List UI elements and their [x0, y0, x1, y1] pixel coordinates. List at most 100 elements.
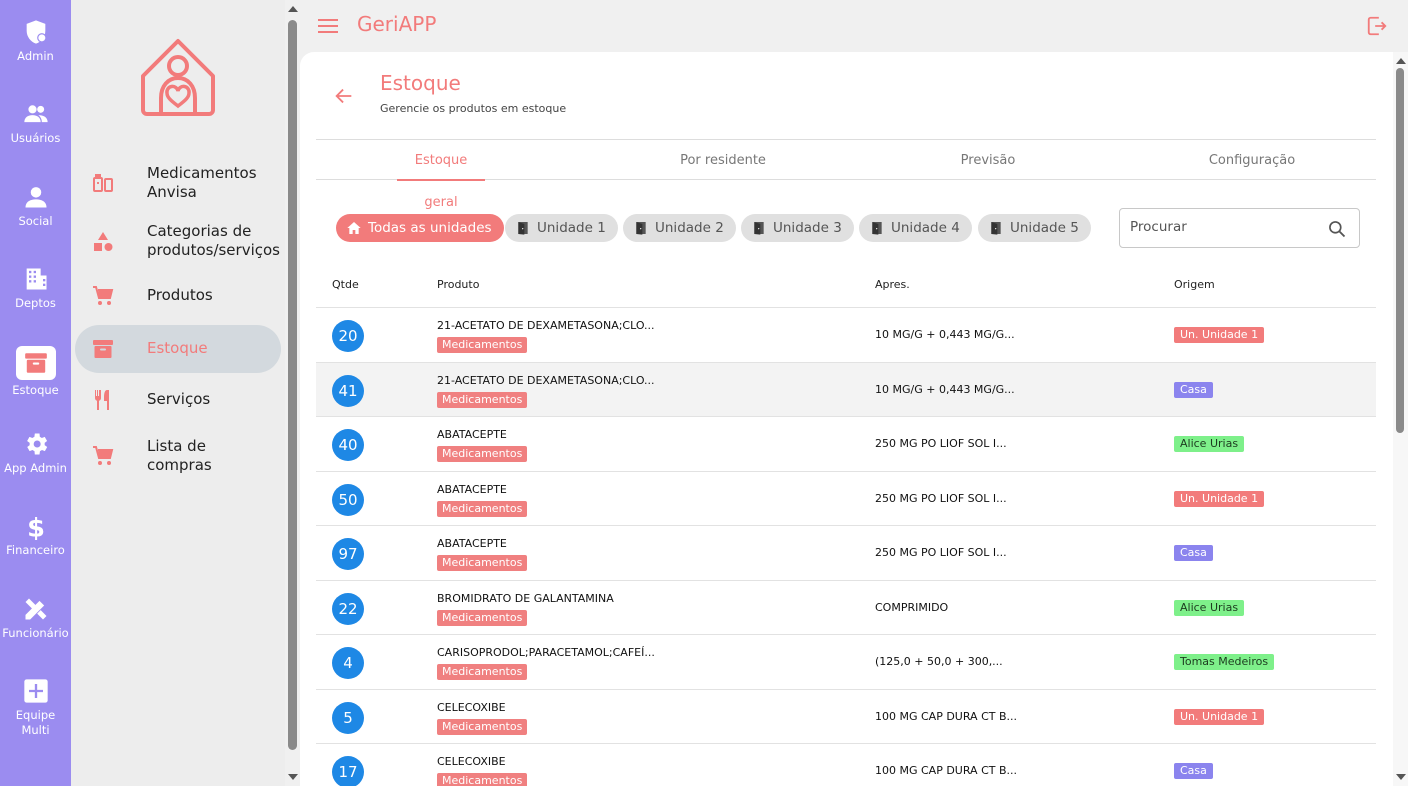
column-header-apres[interactable]: Apres.	[875, 278, 910, 291]
presentation: 10 MG/G + 0,443 MG/G...	[875, 328, 1015, 341]
table-row[interactable]: 17 CELECOXIBE Medicamentos 100 MG CAP DU…	[316, 744, 1376, 786]
admin-shield-icon	[26, 20, 46, 44]
quantity-badge: 40	[332, 429, 364, 461]
hamburger-menu-icon[interactable]	[318, 16, 340, 36]
table-row[interactable]: 41 21-ACETATO DE DEXAMETASONA;CLO... Med…	[316, 362, 1376, 417]
category-tag: Medicamentos	[437, 555, 528, 571]
chip-label: Unidade 3	[773, 220, 842, 236]
origin-badge: Un. Unidade 1	[1174, 490, 1265, 507]
menu-item-produtos[interactable]: Produtos	[75, 272, 281, 320]
chip-unidade-4[interactable]: Unidade 4	[859, 214, 972, 242]
rail-item-app-admin[interactable]: App Admin	[0, 430, 71, 476]
product-name: 21-ACETATO DE DEXAMETASONA;CLO...	[437, 319, 655, 332]
search-input[interactable]	[1130, 219, 1320, 235]
tab-configuracao[interactable]: Configuração	[1206, 140, 1298, 180]
rail-label: Funcionário	[2, 626, 69, 640]
rail-item-estoque[interactable]: Estoque	[0, 346, 71, 398]
cutlery-icon	[95, 390, 109, 410]
rail-item-financeiro[interactable]: $ Financeiro	[0, 512, 71, 558]
rail-item-funcionario[interactable]: Funcionário	[0, 595, 71, 641]
category-tag: Medicamentos	[437, 664, 528, 680]
rail-label: Estoque	[12, 383, 59, 397]
origin-badge: Alice Urias	[1174, 599, 1245, 616]
rail-item-deptos[interactable]: Deptos	[0, 265, 71, 311]
rail-label: Admin	[17, 49, 54, 63]
chip-label: Todas as unidades	[368, 220, 492, 236]
tab-por-residente[interactable]: Por residente	[676, 140, 770, 180]
tab-estoque-geral[interactable]: Estoque geral	[397, 140, 485, 210]
table-row[interactable]: 20 21-ACETATO DE DEXAMETASONA;CLO... Med…	[316, 308, 1376, 363]
table-row[interactable]: 22 BROMIDRATO DE GALANTAMINA Medicamento…	[316, 581, 1376, 635]
app-title: GeriAPP	[357, 12, 437, 36]
category-tag: Medicamentos	[437, 337, 528, 353]
rail-item-usuarios[interactable]: Usuários	[0, 100, 71, 146]
door-icon	[754, 222, 764, 235]
chip-label: Unidade 2	[655, 220, 724, 236]
column-header-produto[interactable]: Produto	[437, 278, 479, 291]
presentation: 250 MG PO LIOF SOL I...	[875, 437, 1007, 450]
rail-item-admin[interactable]: Admin	[0, 18, 71, 64]
search-icon[interactable]	[1327, 219, 1347, 239]
door-icon	[991, 222, 1001, 235]
product-name: CARISOPRODOL;PARACETAMOL;CAFEÍ...	[437, 646, 655, 659]
table-header: Qtde Produto Apres. Origem	[316, 262, 1376, 308]
quantity-badge: 20	[332, 320, 364, 352]
product-name: CELECOXIBE	[437, 700, 506, 714]
scroll-thumb[interactable]	[1396, 68, 1404, 433]
quantity-badge: 4	[332, 647, 364, 679]
chip-unidade-3[interactable]: Unidade 3	[741, 214, 854, 242]
origin-badge: Un. Unidade 1	[1174, 708, 1265, 725]
table-row[interactable]: 5 CELECOXIBE Medicamentos 100 MG CAP DUR…	[316, 690, 1376, 744]
cart-icon	[93, 286, 114, 305]
menu-label: Lista de compras	[147, 437, 212, 474]
door-icon	[636, 222, 646, 235]
scroll-down-arrow[interactable]	[1396, 774, 1406, 780]
chip-todas-unidades[interactable]: Todas as unidades	[336, 214, 504, 242]
scroll-up-arrow[interactable]	[1396, 58, 1406, 64]
menu-item-servicos[interactable]: Serviços	[75, 376, 281, 424]
gear-icon	[26, 433, 47, 455]
category-tag: Medicamentos	[437, 773, 528, 786]
table-row[interactable]: 40 ABATACEPTE Medicamentos 250 MG PO LIO…	[316, 417, 1376, 472]
column-header-origem[interactable]: Origem	[1174, 278, 1215, 291]
page-subtitle: Gerencie os produtos em estoque	[380, 102, 567, 115]
rail-label: Usuários	[10, 131, 61, 145]
presentation: 250 MG PO LIOF SOL I...	[875, 491, 1007, 505]
side-menu: Medicamentos Anvisa Categorias de produt…	[71, 0, 285, 786]
scroll-thumb[interactable]	[288, 20, 297, 750]
presentation: 100 MG CAP DURA CT B...	[875, 764, 1018, 777]
side-scrollbar[interactable]	[285, 0, 300, 786]
menu-item-lista-de-compras[interactable]: Lista de compras	[75, 432, 281, 480]
menu-label: Medicamentos Anvisa	[147, 164, 257, 201]
back-arrow-icon[interactable]	[333, 85, 355, 107]
column-header-qtde[interactable]: Qtde	[332, 278, 359, 291]
scroll-down-arrow[interactable]	[288, 774, 298, 780]
archive-icon	[93, 340, 113, 358]
product-name: ABATACEPTE	[437, 482, 507, 496]
menu-item-categorias[interactable]: Categorias de produtos/serviços	[75, 216, 281, 264]
tab-previsao[interactable]: Previsão	[956, 140, 1020, 180]
archive-box-icon	[24, 353, 47, 373]
menu-item-medicamentos-anvisa[interactable]: Medicamentos Anvisa	[75, 158, 281, 206]
main-scrollbar[interactable]	[1393, 52, 1408, 786]
product-name: BROMIDRATO DE GALANTAMINA	[437, 591, 614, 605]
rail-label: Financeiro	[6, 543, 65, 557]
logout-icon[interactable]	[1366, 15, 1388, 37]
menu-item-estoque[interactable]: Estoque	[75, 325, 281, 373]
scroll-up-arrow[interactable]	[288, 6, 298, 12]
rail-item-equipe-multi[interactable]: Equipe Multi	[0, 677, 71, 738]
chip-unidade-2[interactable]: Unidade 2	[623, 214, 736, 242]
category-tag: Medicamentos	[437, 609, 528, 626]
chip-unidade-1[interactable]: Unidade 1	[505, 214, 618, 242]
origin-badge: Tomas Medeiros	[1174, 654, 1275, 670]
table-row[interactable]: 97 ABATACEPTE Medicamentos 250 MG PO LIO…	[316, 526, 1376, 581]
plus-box-icon	[23, 679, 48, 703]
chip-unidade-5[interactable]: Unidade 5	[978, 214, 1091, 242]
table-row[interactable]: 50 ABATACEPTE Medicamentos 250 MG PO LIO…	[316, 472, 1376, 526]
shapes-icon	[94, 232, 113, 251]
users-icon	[23, 105, 48, 123]
table-row[interactable]: 4 CARISOPRODOL;PARACETAMOL;CAFEÍ... Medi…	[316, 635, 1376, 690]
rail-item-social[interactable]: Social	[0, 183, 71, 229]
menu-label: Produtos	[147, 286, 213, 304]
rail-label: App Admin	[4, 461, 67, 475]
